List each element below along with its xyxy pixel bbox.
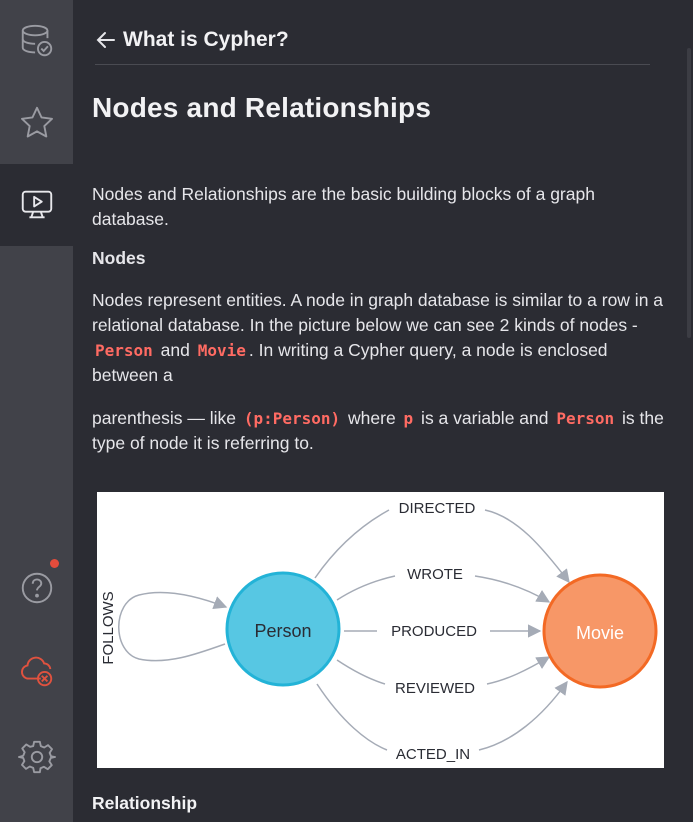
sidebar-item-favorites[interactable] — [0, 82, 73, 164]
edge-label-acted-in: ACTED_IN — [396, 746, 470, 763]
guides-icon — [21, 190, 52, 219]
edge-reviewed — [336, 659, 386, 685]
edge-wrote — [336, 575, 396, 601]
code-p: p — [403, 409, 414, 428]
sidebar — [0, 0, 73, 822]
node-person-label: Person — [254, 621, 311, 641]
edge-label-wrote: WROTE — [407, 566, 463, 583]
page-title: Nodes and Relationships — [92, 92, 432, 123]
sidebar-item-guides[interactable] — [0, 164, 73, 246]
intro-paragraph: Nodes and Relationships are the basic bu… — [92, 184, 595, 229]
relationship-heading: Relationship — [92, 793, 198, 813]
star-icon — [20, 106, 53, 138]
nodes-heading: Nodes — [92, 248, 146, 268]
edge-directed — [314, 509, 390, 579]
guide-title[interactable]: What is Cypher? — [123, 28, 289, 52]
code-person: Person — [95, 341, 153, 360]
help-icon — [21, 572, 52, 604]
edge-follows — [118, 591, 228, 662]
edge-label-directed: DIRECTED — [399, 500, 476, 517]
nodes-paragraph: Nodes represent entities. A node in grap… — [92, 290, 664, 385]
edge-label-produced: PRODUCED — [391, 623, 477, 640]
code-p-person: (p:Person) — [243, 409, 341, 428]
edge-label-reviewed: REVIEWED — [395, 680, 475, 697]
sidebar-item-settings[interactable] — [0, 716, 73, 798]
notification-badge — [50, 559, 59, 568]
database-icon — [21, 24, 52, 57]
back-arrow-icon[interactable] — [95, 29, 117, 51]
edge-acted-in — [316, 683, 388, 751]
parenthesis-paragraph: parenthesis — like (p:Person) where p is… — [92, 408, 664, 453]
scrollbar[interactable] — [687, 48, 691, 338]
disconnected-cloud-icon — [20, 656, 52, 687]
guide-header: What is Cypher? — [95, 28, 289, 52]
sidebar-item-connection[interactable] — [0, 630, 73, 712]
guide-content: Nodes and Relationships are the basic bu… — [92, 182, 667, 456]
edge-label-follows: FOLLOWS — [100, 591, 117, 664]
settings-icon — [17, 740, 56, 774]
graph-diagram: Person Movie DIRECTED WROTE PRODUCED REV… — [97, 492, 664, 768]
code-movie: Movie — [197, 341, 246, 360]
header-divider — [95, 64, 650, 65]
sidebar-item-help[interactable] — [0, 547, 73, 629]
code-person-type: Person — [556, 409, 615, 428]
sidebar-item-database[interactable] — [0, 0, 73, 82]
node-movie-label: Movie — [576, 623, 624, 643]
